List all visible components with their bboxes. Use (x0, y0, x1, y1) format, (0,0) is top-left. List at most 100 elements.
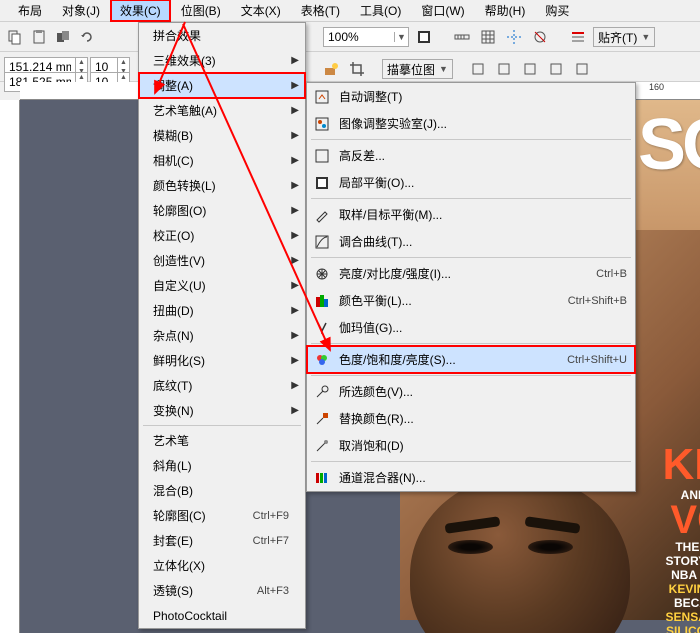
menu-item-label: 轮廓图(O) (153, 202, 291, 219)
submenu-item-label: 色度/饱和度/亮度(S)... (339, 351, 559, 368)
effects-item[interactable]: 底纹(T)▶ (139, 373, 305, 398)
adjust-item[interactable]: 取消饱和(D) (307, 432, 635, 459)
effects-item[interactable]: 鲜明化(S)▶ (139, 348, 305, 373)
submenu-item-label: 亮度/对比度/强度(I)... (339, 265, 588, 282)
effects-item[interactable]: 立体化(X) (139, 553, 305, 578)
effects-item[interactable]: 自定义(U)▶ (139, 273, 305, 298)
show-rulers-icon[interactable] (451, 26, 473, 48)
tool-d-icon[interactable] (545, 58, 567, 80)
tool-clone-icon[interactable] (52, 26, 74, 48)
submenu-arrow-icon: ▶ (291, 405, 299, 416)
snap-off-icon[interactable] (529, 26, 551, 48)
show-guides-icon[interactable] (503, 26, 525, 48)
edit-bitmap-icon[interactable] (320, 58, 342, 80)
effects-item[interactable]: 混合(B) (139, 478, 305, 503)
menu-effects[interactable]: 效果(C) (110, 0, 171, 22)
fullscreen-icon[interactable] (413, 26, 435, 48)
mag-text-lines: THE INSI STORY OF NBA CHA KEVIN DU BECAM… (666, 540, 700, 633)
submenu-item-label: 图像调整实验室(J)... (339, 115, 627, 132)
effects-item[interactable]: 三维效果(3)▶ (139, 48, 305, 73)
menu-item-label: 扭曲(D) (153, 302, 291, 319)
effects-item[interactable]: 校正(O)▶ (139, 223, 305, 248)
effects-item[interactable]: 扭曲(D)▶ (139, 298, 305, 323)
trace-bitmap-label: 描摹位图 (387, 61, 435, 78)
zoom-input[interactable] (324, 30, 394, 44)
effects-item[interactable]: 斜角(L) (139, 453, 305, 478)
mag-vc: VC (670, 498, 700, 543)
menu-item-label: 透镜(S) (153, 582, 257, 599)
effects-item[interactable]: 调整(A)▶ (139, 73, 305, 98)
menu-help[interactable]: 帮助(H) (475, 0, 536, 22)
effects-item[interactable]: 艺术笔触(A)▶ (139, 98, 305, 123)
adjust-item[interactable]: 伽玛值(G)... (307, 314, 635, 341)
effects-item[interactable]: 创造性(V)▶ (139, 248, 305, 273)
auto-adjust-icon (313, 88, 331, 106)
tool-copy-icon[interactable] (4, 26, 26, 48)
adjust-item[interactable]: 取样/目标平衡(M)... (307, 201, 635, 228)
adjust-item[interactable]: 高反差... (307, 142, 635, 169)
mag-kd: KD (662, 440, 700, 490)
chevron-down-icon[interactable]: ▼ (641, 32, 650, 42)
effects-item[interactable]: PhotoCocktail (139, 603, 305, 628)
show-grid-icon[interactable] (477, 26, 499, 48)
crop-bitmap-icon[interactable] (346, 58, 368, 80)
tool-a-icon[interactable] (467, 58, 489, 80)
menu-item-label: 相机(C) (153, 152, 291, 169)
adjust-item[interactable]: 颜色平衡(L)...Ctrl+Shift+B (307, 287, 635, 314)
menu-item-label: 调整(A) (153, 77, 291, 94)
ruler-vertical (0, 100, 20, 633)
effects-item[interactable]: 模糊(B)▶ (139, 123, 305, 148)
adjust-item[interactable]: 自动调整(T) (307, 83, 635, 110)
menu-item-label: 校正(O) (153, 227, 291, 244)
menu-object[interactable]: 对象(J) (52, 0, 110, 22)
menu-tools[interactable]: 工具(O) (350, 0, 411, 22)
effects-item[interactable]: 透镜(S)Alt+F3 (139, 578, 305, 603)
effects-item[interactable]: 轮廓图(C)Ctrl+F9 (139, 503, 305, 528)
adjust-item[interactable]: 通道混合器(N)... (307, 464, 635, 491)
adjust-item[interactable]: 局部平衡(O)... (307, 169, 635, 196)
color-balance-icon (313, 292, 331, 310)
effects-item[interactable]: 杂点(N)▶ (139, 323, 305, 348)
tool-b-icon[interactable] (493, 58, 515, 80)
menu-item-label: 斜角(L) (153, 457, 299, 474)
chevron-down-icon[interactable]: ▼ (439, 64, 448, 74)
menu-item-label: 变换(N) (153, 402, 291, 419)
tool-paste-icon[interactable] (28, 26, 50, 48)
trace-bitmap-combo[interactable]: 描摹位图 ▼ (382, 59, 453, 79)
effects-item[interactable]: 艺术笔 (139, 428, 305, 453)
lab-icon (313, 115, 331, 133)
adjust-item[interactable]: 所选颜色(V)... (307, 378, 635, 405)
submenu-item-label: 取消饱和(D) (339, 437, 627, 454)
desat-icon (313, 437, 331, 455)
adjust-item[interactable]: 调合曲线(T)... (307, 228, 635, 255)
menu-item-label: 拼合效果 (153, 27, 299, 44)
options-icon[interactable] (567, 26, 589, 48)
effects-item[interactable]: 颜色转换(L)▶ (139, 173, 305, 198)
menu-table[interactable]: 表格(T) (291, 0, 350, 22)
adjust-item[interactable]: 替换颜色(R)... (307, 405, 635, 432)
effects-item[interactable]: 相机(C)▶ (139, 148, 305, 173)
effects-item[interactable]: 封套(E)Ctrl+F7 (139, 528, 305, 553)
tool-e-icon[interactable] (571, 58, 593, 80)
tool-c-icon[interactable] (519, 58, 541, 80)
adjust-item[interactable]: 亮度/对比度/强度(I)...Ctrl+B (307, 260, 635, 287)
tool-undo-icon[interactable] (76, 26, 98, 48)
curves-icon (313, 233, 331, 251)
snap-to-combo[interactable]: 贴齐(T) ▼ (593, 27, 655, 47)
submenu-arrow-icon: ▶ (291, 255, 299, 266)
menu-bitmap[interactable]: 位图(B) (171, 0, 231, 22)
menu-window[interactable]: 窗口(W) (411, 0, 474, 22)
effects-item[interactable]: 轮廓图(O)▶ (139, 198, 305, 223)
menu-layout[interactable]: 布局 (8, 0, 52, 22)
effects-item[interactable]: 拼合效果 (139, 23, 305, 48)
menu-item-label: PhotoCocktail (153, 609, 299, 623)
chevron-down-icon[interactable]: ▼ (394, 32, 408, 42)
effects-item[interactable]: 变换(N)▶ (139, 398, 305, 423)
mixer-icon (313, 469, 331, 487)
menu-buy[interactable]: 购买 (535, 0, 579, 22)
adjust-item[interactable]: 图像调整实验室(J)... (307, 110, 635, 137)
adjust-item[interactable]: 色度/饱和度/亮度(S)...Ctrl+Shift+U (307, 346, 635, 373)
zoom-combo[interactable]: ▼ (323, 27, 409, 47)
submenu-item-label: 高反差... (339, 147, 627, 164)
menu-text[interactable]: 文本(X) (231, 0, 291, 22)
